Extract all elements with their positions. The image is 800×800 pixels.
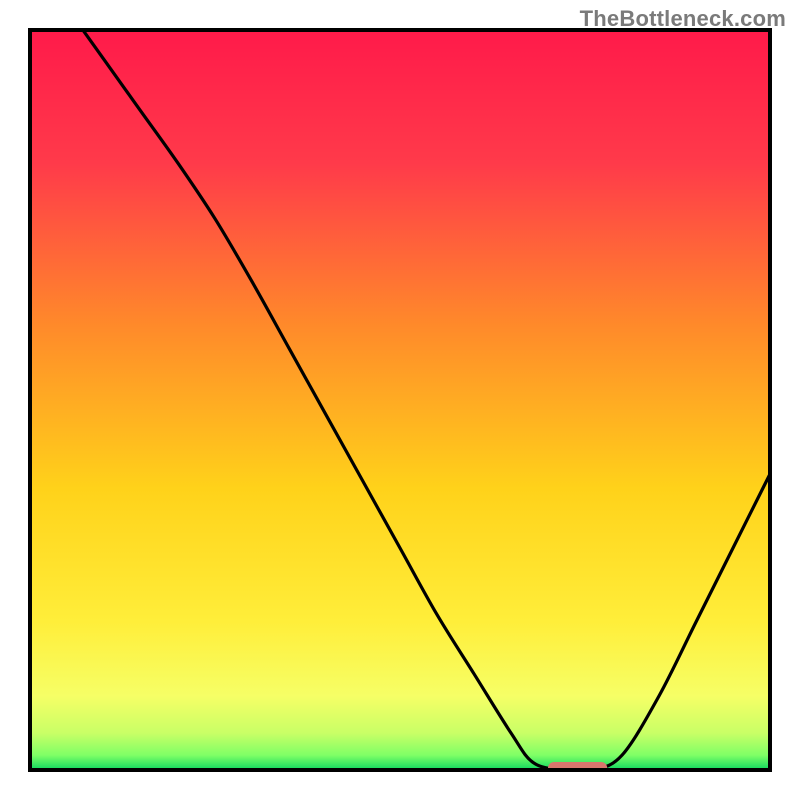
watermark-text: TheBottleneck.com (580, 6, 786, 32)
bottleneck-chart (0, 0, 800, 800)
plot-background (30, 30, 770, 770)
